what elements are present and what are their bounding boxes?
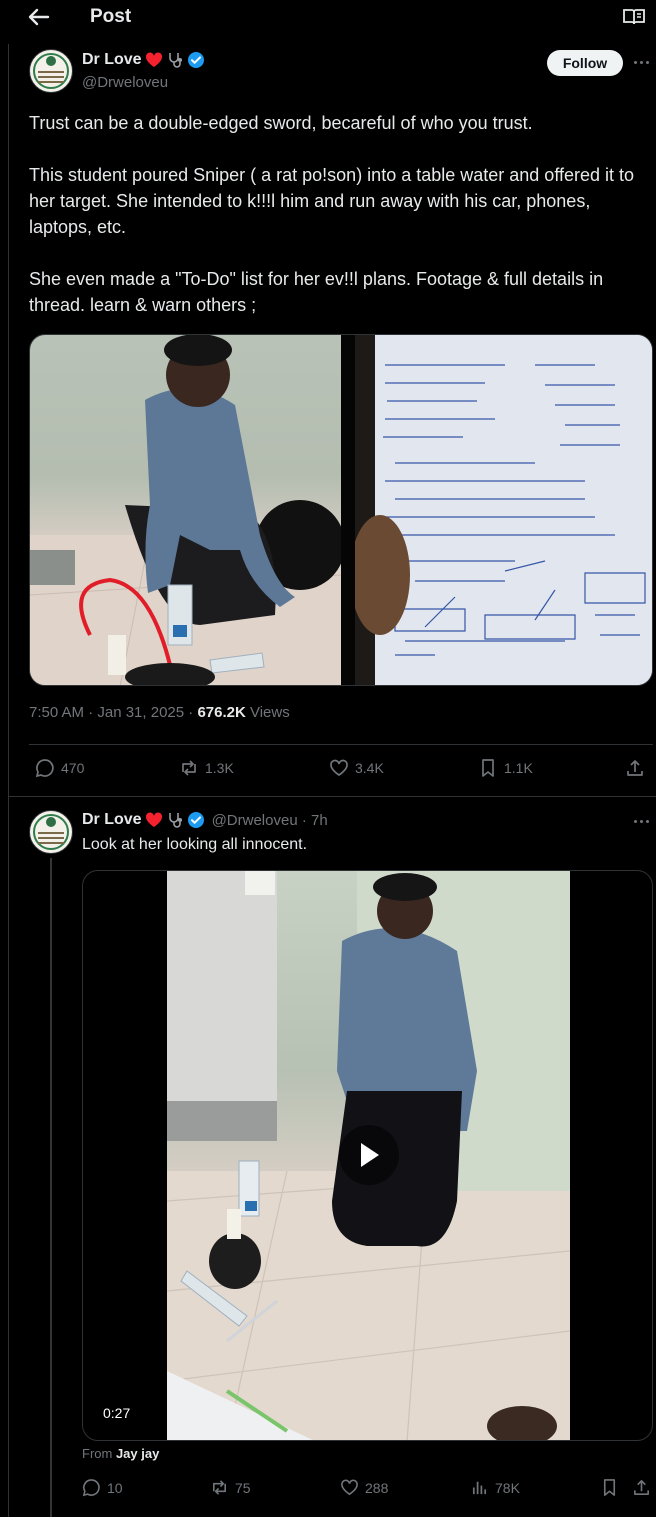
reply-button[interactable]: 470: [35, 758, 84, 778]
heart-emoji-icon: [145, 812, 163, 828]
like-count: 3.4K: [355, 760, 384, 776]
divider: [9, 796, 656, 797]
share-button[interactable]: [625, 758, 645, 778]
share-button[interactable]: [632, 1478, 651, 1497]
reply-author-row[interactable]: Dr Love @Drweloveu · 7h: [82, 811, 328, 829]
more-options-icon[interactable]: [632, 58, 652, 68]
video-source: From Jay jay: [82, 1446, 159, 1461]
avatar[interactable]: [29, 810, 73, 854]
post-paragraph: Trust can be a double-edged sword, becar…: [29, 113, 533, 133]
like-button[interactable]: 288: [340, 1478, 388, 1497]
heart-icon: [340, 1478, 359, 1497]
bookmark-icon: [478, 758, 498, 778]
repost-count: 75: [235, 1479, 251, 1496]
source-user-link[interactable]: Jay jay: [116, 1446, 159, 1461]
stethoscope-icon: [166, 811, 184, 829]
divider: [29, 744, 653, 745]
reply-count: 470: [61, 760, 85, 776]
views-count: 676.2K: [197, 704, 246, 721]
heart-icon: [329, 758, 349, 778]
video-player[interactable]: 0:27: [82, 870, 653, 1441]
video-duration: 0:27: [95, 1403, 139, 1423]
repost-button[interactable]: 1.3K: [179, 758, 234, 778]
photo-student-kneeling[interactable]: [30, 335, 341, 685]
repost-count: 1.3K: [205, 760, 234, 776]
arrow-left-icon[interactable]: [26, 6, 52, 28]
handle-and-time[interactable]: @Drweloveu · 7h: [212, 812, 328, 829]
follow-button[interactable]: Follow: [547, 50, 623, 76]
share-icon: [625, 758, 645, 778]
reply-actions: 10 75 288 78K: [82, 1478, 652, 1500]
repost-icon: [210, 1478, 229, 1497]
author-name-row[interactable]: Dr Love: [82, 51, 205, 69]
media-gallery: [29, 334, 653, 686]
bookmark-button[interactable]: 1.1K: [478, 758, 533, 778]
bookmark-icon: [600, 1478, 619, 1497]
verified-badge-icon: [187, 811, 205, 829]
author-handle[interactable]: @Drweloveu: [82, 74, 168, 91]
post-meta: 7:50 AM · Jan 31, 2025 · 676.2K Views: [29, 704, 290, 721]
repost-button[interactable]: 75: [210, 1478, 251, 1497]
author-name[interactable]: Dr Love: [82, 51, 142, 69]
share-icon: [632, 1478, 651, 1497]
verified-badge-icon: [187, 51, 205, 69]
stethoscope-icon: [166, 51, 184, 69]
author-name[interactable]: Dr Love: [82, 811, 142, 829]
bar-chart-icon: [470, 1478, 489, 1497]
timestamp[interactable]: 7:50 AM · Jan 31, 2025 ·: [29, 704, 197, 721]
reply-icon: [82, 1478, 101, 1497]
views-count: 78K: [495, 1479, 520, 1496]
like-button[interactable]: 3.4K: [329, 758, 384, 778]
top-bar: Post: [0, 0, 656, 34]
reply-button[interactable]: 10: [82, 1478, 123, 1497]
media-divider: [341, 335, 355, 685]
post-actions: 470 1.3K 3.4K 1.1K: [29, 758, 649, 782]
from-prefix: From: [82, 1446, 116, 1461]
views-label: Views: [245, 704, 290, 721]
bookmark-count: 1.1K: [504, 760, 533, 776]
like-count: 288: [365, 1479, 389, 1496]
avatar[interactable]: [29, 49, 73, 93]
reply-icon: [35, 758, 55, 778]
play-button[interactable]: [339, 1125, 399, 1185]
photo-todo-list[interactable]: [355, 335, 652, 685]
more-options-icon[interactable]: [632, 817, 652, 827]
column-border: [8, 44, 9, 1517]
views-button[interactable]: 78K: [470, 1478, 520, 1497]
bookmark-button[interactable]: [600, 1478, 619, 1497]
thread-line: [50, 858, 52, 1517]
post-text: Trust can be a double-edged sword, becar…: [29, 110, 649, 318]
post-paragraph: She even made a "To-Do" list for her ev!…: [29, 269, 604, 315]
reply-count: 10: [107, 1479, 123, 1496]
repost-icon: [179, 758, 199, 778]
post-paragraph: This student poured Sniper ( a rat po!so…: [29, 165, 635, 237]
page-title: Post: [90, 6, 132, 27]
reply-text: Look at her looking all innocent.: [82, 836, 308, 853]
heart-emoji-icon: [145, 52, 163, 68]
open-book-icon[interactable]: [622, 7, 646, 27]
